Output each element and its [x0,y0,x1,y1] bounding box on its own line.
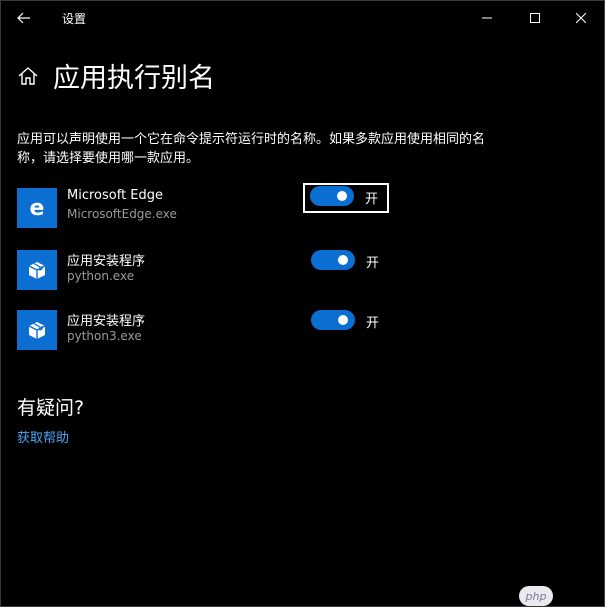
minimize-icon [482,17,492,19]
toggle-state-label: 开 [366,256,380,271]
app-name: 应用安装程序 [67,254,146,269]
alias-toggle-edge[interactable]: 开 [303,183,389,213]
edge-icon: e [17,188,57,228]
maximize-button[interactable] [512,1,558,35]
app-alias-row-python: 应用安装程序 python.exe 开 [17,250,397,292]
toggle-knob [338,255,348,265]
app-installer-icon [17,250,57,290]
title-bar: 设置 [1,1,604,35]
php-watermark: php [519,586,553,606]
settings-window: 设置 应用执行别名 应用可以声明使用一个它在命令提示符运行时的名称。如果多款应用… [0,0,605,607]
get-help-link[interactable]: 获取帮助 [17,427,69,446]
app-name: Microsoft Edge [67,188,164,203]
toggle-state-label: 开 [365,192,379,207]
page-description: 应用可以声明使用一个它在命令提示符运行时的名称。如果多款应用使用相同的名称，请选… [17,132,486,166]
toggle-knob [338,315,348,325]
close-icon [576,13,586,23]
toggle-state-label: 开 [366,316,380,331]
page-title: 应用执行别名 [53,63,215,94]
app-exe-name: python3.exe [67,329,142,343]
svg-text:e: e [30,196,45,221]
app-installer-icon [17,310,57,350]
toggle-knob [337,191,347,201]
close-button[interactable] [558,1,604,35]
app-exe-name: python.exe [67,269,135,283]
minimize-button[interactable] [464,1,510,35]
toggle-switch[interactable] [310,186,354,206]
alias-toggle-python3[interactable]: 开 [305,308,385,332]
app-exe-name: MicrosoftEdge.exe [67,207,177,221]
toggle-switch[interactable] [311,310,355,330]
app-alias-row-python3: 应用安装程序 python3.exe 开 [17,310,397,352]
help-heading: 有疑问? [17,397,85,419]
home-icon[interactable] [17,65,39,87]
app-alias-row-edge: e Microsoft Edge MicrosoftEdge.exe 开 [17,183,397,230]
back-button[interactable] [7,3,41,33]
back-arrow-icon [17,12,30,24]
app-name: 应用安装程序 [67,314,146,329]
toggle-switch[interactable] [311,250,355,270]
maximize-icon [530,13,540,23]
window-title: 设置 [62,12,87,26]
alias-toggle-python[interactable]: 开 [305,248,385,272]
